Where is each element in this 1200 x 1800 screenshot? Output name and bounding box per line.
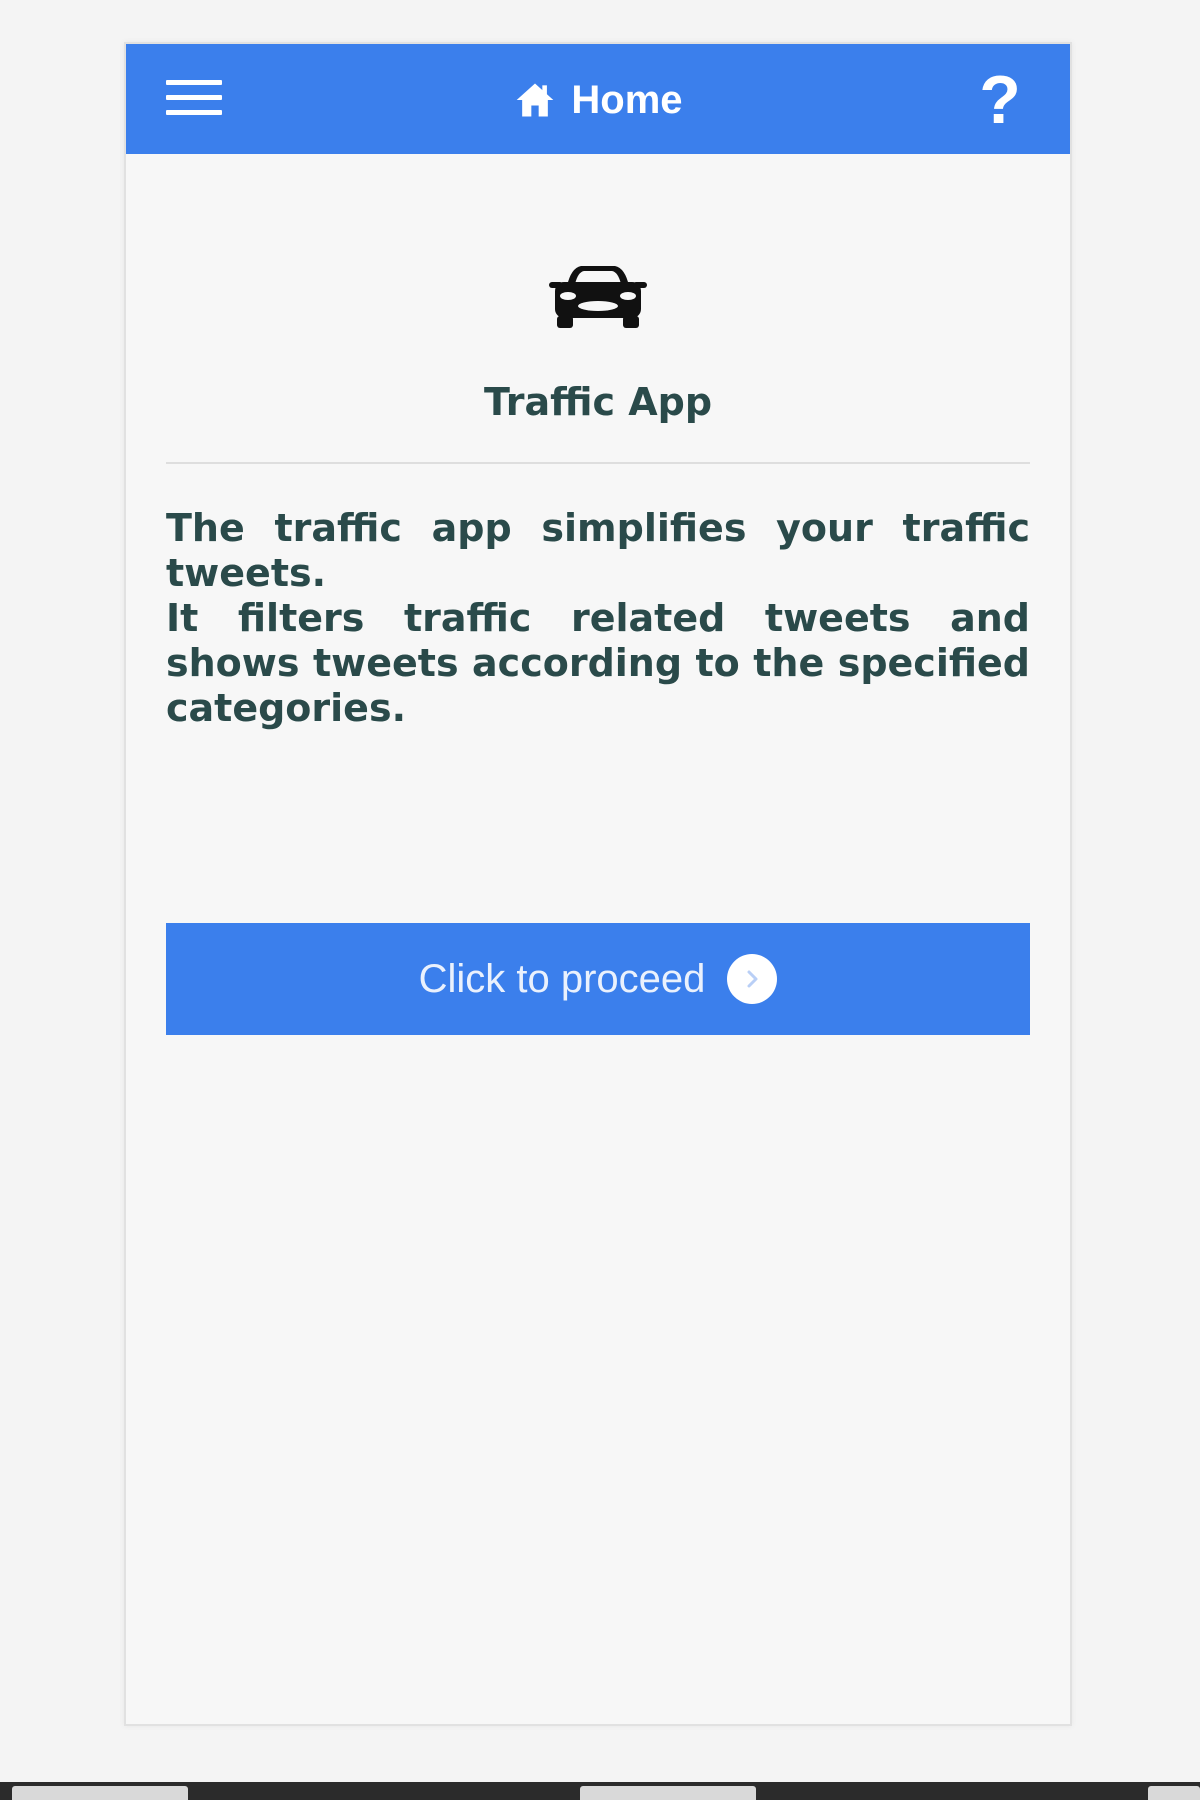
taskbar-button[interactable] — [580, 1786, 756, 1800]
taskbar-button[interactable] — [12, 1786, 188, 1800]
description-line: It filters traffic related tweets and sh… — [166, 596, 1030, 730]
arrow-right-circle-icon — [727, 954, 778, 1004]
description-line: The traffic app simplifies your traffic … — [166, 506, 1030, 595]
help-button[interactable]: ? — [970, 62, 1030, 138]
app-description: The traffic app simplifies your traffic … — [166, 506, 1030, 731]
header-bar: Home ? — [126, 44, 1070, 154]
car-icon — [549, 266, 647, 328]
proceed-button[interactable]: Click to proceed — [166, 923, 1030, 1035]
header-title-group: Home — [126, 72, 1070, 128]
taskbar-button[interactable] — [1148, 1786, 1200, 1800]
proceed-button-label: Click to proceed — [418, 956, 706, 1001]
page-title: Home — [571, 78, 683, 122]
app-title: Traffic App — [483, 380, 713, 424]
divider — [166, 462, 1030, 464]
home-icon — [517, 83, 554, 117]
app-frame: Home ? Traffic App The traffic app simpl… — [124, 42, 1072, 1726]
os-taskbar — [0, 1782, 1200, 1800]
